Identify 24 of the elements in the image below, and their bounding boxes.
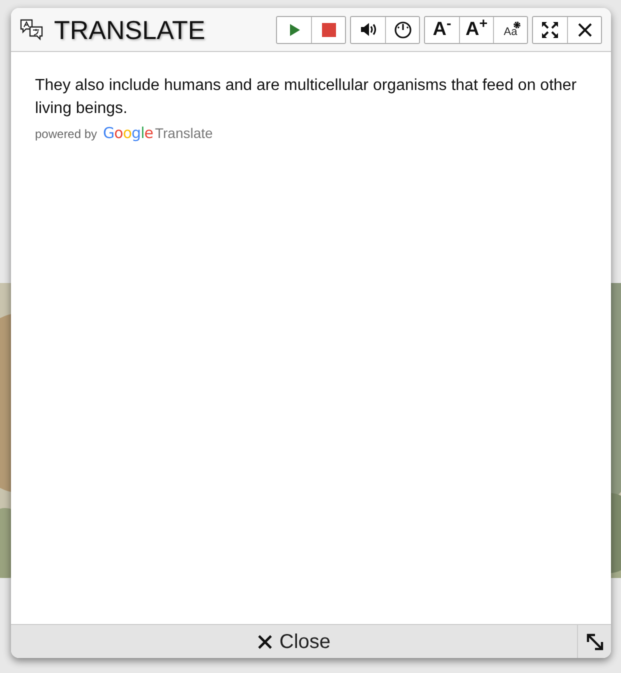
close-icon: [257, 634, 274, 650]
close-button[interactable]: [567, 16, 601, 42]
expand-icon: [541, 20, 559, 38]
stop-icon: [322, 22, 336, 36]
gauge-icon: [394, 20, 412, 38]
fullscreen-button[interactable]: [533, 16, 567, 42]
google-logo: Google: [103, 123, 153, 144]
stop-button[interactable]: [311, 16, 345, 42]
translation-text: They also include humans and are multicellular organisms that feed on other living beings.: [35, 76, 578, 119]
play-icon: [287, 22, 301, 36]
diagonal-arrow-icon: [586, 632, 604, 650]
window-title: TRANSLATE: [54, 16, 206, 42]
font-size-button[interactable]: A$^{+}$: [459, 16, 493, 42]
powered-by-label: powered by: [35, 126, 98, 143]
translate-label: Translate: [154, 124, 213, 143]
font-size-button[interactable]: A$^{-}$: [425, 16, 459, 42]
close-icon: [578, 22, 592, 36]
speaker-icon: [360, 22, 376, 37]
translate-icon: [20, 18, 44, 40]
font-settings-button[interactable]: Aa: [493, 16, 527, 42]
volume-button[interactable]: [351, 16, 385, 42]
gear-icon: [513, 20, 521, 28]
play-button[interactable]: [277, 16, 311, 42]
speed-button[interactable]: [385, 16, 419, 42]
